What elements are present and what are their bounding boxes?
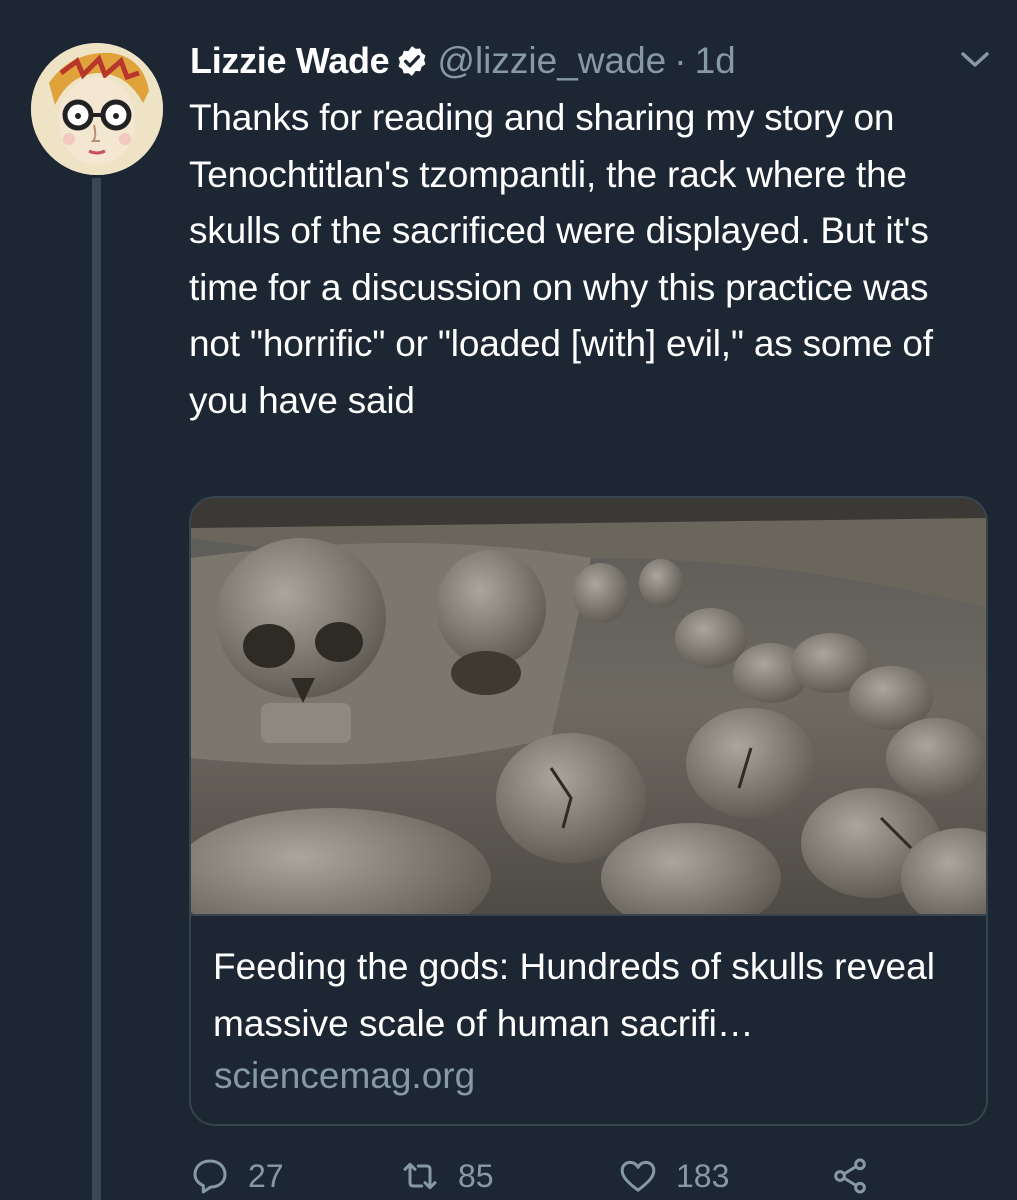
heart-icon bbox=[620, 1160, 656, 1192]
tweet-header: Lizzie Wade @lizzie_wade · 1d bbox=[190, 36, 736, 86]
tweet-text: Thanks for reading and sharing my story … bbox=[189, 97, 933, 421]
card-title[interactable]: Feeding the gods: Hundreds of skulls rev… bbox=[213, 938, 973, 1052]
like-count: 183 bbox=[676, 1157, 730, 1194]
card-domain[interactable]: sciencemag.org bbox=[214, 1055, 475, 1097]
action-bar: 27 85 183 bbox=[0, 1150, 1017, 1200]
card-image bbox=[191, 498, 986, 914]
avatar[interactable] bbox=[31, 43, 163, 175]
share-button[interactable] bbox=[830, 1156, 870, 1196]
tweet: Lizzie Wade @lizzie_wade · 1d Thanks for… bbox=[0, 0, 1017, 1200]
avatar-illustration bbox=[31, 43, 163, 175]
retweet-count: 85 bbox=[458, 1157, 494, 1194]
separator-dot: · bbox=[674, 40, 687, 81]
author-name[interactable]: Lizzie Wade bbox=[190, 40, 390, 82]
verified-badge-icon bbox=[398, 46, 426, 76]
timestamp[interactable]: 1d bbox=[695, 40, 736, 82]
thread-line bbox=[92, 178, 101, 1200]
author-handle[interactable]: @lizzie_wade bbox=[437, 40, 666, 82]
retweet-icon bbox=[403, 1162, 437, 1190]
like-button[interactable]: 183 bbox=[618, 1156, 729, 1196]
reply-button[interactable]: 27 bbox=[190, 1156, 284, 1196]
card-divider bbox=[191, 914, 986, 916]
reply-icon bbox=[193, 1159, 227, 1194]
reply-count: 27 bbox=[248, 1157, 284, 1194]
chevron-down-icon[interactable] bbox=[959, 50, 991, 70]
share-icon bbox=[834, 1158, 866, 1194]
retweet-button[interactable]: 85 bbox=[400, 1156, 494, 1196]
